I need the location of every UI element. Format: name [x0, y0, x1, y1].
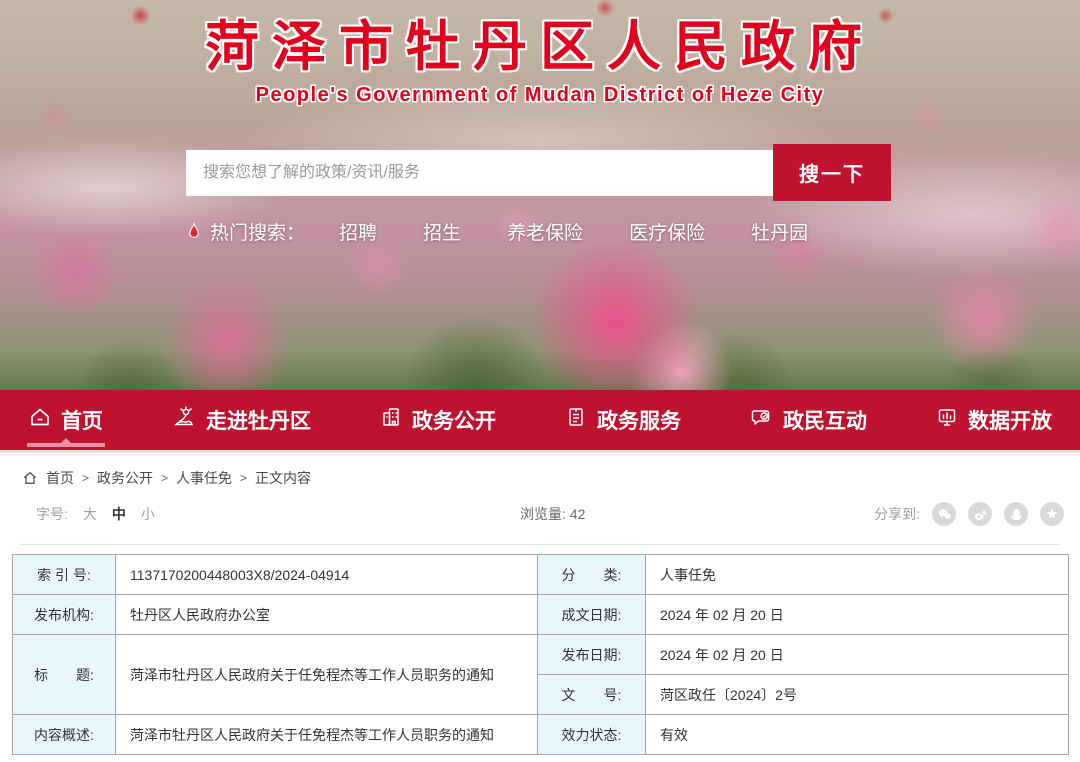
breadcrumb-item-personnel[interactable]: 人事任免: [176, 468, 232, 488]
index-number-label: 索 引 号:: [13, 555, 116, 595]
nav-item-label: 政民互动: [783, 405, 867, 435]
article-toolbar: 字号: 大 中 小 浏览量: 42 分享到:: [0, 502, 1080, 528]
weibo-icon[interactable]: [968, 502, 992, 526]
nav-item-label: 政务公开: [412, 405, 496, 435]
page: 菏泽市牡丹区人民政府 People's Government of Mudan …: [0, 0, 1080, 762]
hot-search-link-medical[interactable]: 医疗保险: [629, 218, 705, 245]
nav-item-about-mudan[interactable]: 走进牡丹区: [171, 390, 311, 450]
font-size-medium[interactable]: 中: [112, 504, 126, 524]
view-count-value: 42: [570, 506, 586, 522]
hot-search-link-peony-park[interactable]: 牡丹园: [751, 218, 808, 245]
government-building-icon: [379, 405, 403, 435]
font-size-small[interactable]: 小: [141, 504, 155, 524]
breadcrumb-item-current: 正文内容: [255, 468, 311, 488]
breadcrumb-separator: >: [82, 471, 89, 485]
breadcrumb-separator: >: [161, 471, 168, 485]
nav-item-public-interaction[interactable]: 政民互动: [749, 390, 867, 450]
title-label: 标 题:: [13, 635, 116, 715]
hot-search-link-recruit[interactable]: 招聘: [339, 218, 377, 245]
table-row: 标 题: 菏泽市牡丹区人民政府关于任免程杰等工作人员职务的通知 发布日期: 20…: [13, 635, 1069, 675]
search-bar: 搜一下: [186, 144, 891, 201]
publish-date-label: 发布日期:: [538, 635, 646, 675]
main-navbar: 首页 走进牡丹区 政务公开 政务服务: [0, 390, 1080, 450]
table-row: 索 引 号: 1137170200448003X8/2024-04914 分 类…: [13, 555, 1069, 595]
share-bar: 分享到:: [874, 502, 1064, 526]
written-date-value: 2024 年 02 月 20 日: [646, 595, 1069, 635]
star-icon[interactable]: [1040, 502, 1064, 526]
content-divider: [20, 544, 1060, 545]
breadcrumb-separator: >: [240, 471, 247, 485]
nav-item-open-data[interactable]: 数据开放: [935, 390, 1052, 450]
validity-status-value: 有效: [646, 715, 1069, 755]
font-size-label: 字号:: [36, 504, 68, 524]
wechat-icon[interactable]: [932, 502, 956, 526]
breadcrumb: 首页 > 政务公开 > 人事任免 > 正文内容: [22, 468, 1080, 488]
issuing-agency-value: 牡丹区人民政府办公室: [116, 595, 538, 635]
breadcrumb-home-icon: [22, 470, 38, 486]
nav-item-label: 数据开放: [968, 405, 1052, 435]
nav-item-label: 政务服务: [597, 405, 681, 435]
font-size-large[interactable]: 大: [83, 504, 97, 524]
view-count: 浏览量: 42: [520, 504, 585, 524]
issuing-agency-label: 发布机构:: [13, 595, 116, 635]
doc-number-label: 文 号:: [538, 675, 646, 715]
nav-item-label: 走进牡丹区: [206, 405, 311, 435]
written-date-label: 成文日期:: [538, 595, 646, 635]
document-icon: [564, 405, 588, 435]
summary-label: 内容概述:: [13, 715, 116, 755]
font-size-control: 字号: 大 中 小: [36, 504, 155, 524]
search-button[interactable]: 搜一下: [773, 144, 891, 201]
summary-value: 菏泽市牡丹区人民政府关于任免程杰等工作人员职务的通知: [116, 715, 538, 755]
validity-status-label: 效力状态:: [538, 715, 646, 755]
title-value: 菏泽市牡丹区人民政府关于任免程杰等工作人员职务的通知: [116, 635, 538, 715]
data-chart-icon: [935, 405, 959, 435]
hot-search-label: 热门搜索：: [210, 218, 305, 245]
doc-number-value: 菏区政任〔2024〕2号: [646, 675, 1069, 715]
category-value: 人事任免: [646, 555, 1069, 595]
index-number-value: 1137170200448003X8/2024-04914: [116, 555, 538, 595]
document-metadata-table: 索 引 号: 1137170200448003X8/2024-04914 分 类…: [12, 554, 1069, 755]
search-input[interactable]: [186, 150, 773, 196]
category-label: 分 类:: [538, 555, 646, 595]
breadcrumb-item-home[interactable]: 首页: [46, 468, 74, 488]
nav-item-gov-disclosure[interactable]: 政务公开: [379, 390, 496, 450]
nav-item-label: 首页: [61, 405, 103, 435]
active-underline: [27, 443, 105, 447]
home-icon: [28, 405, 52, 435]
breadcrumb-item-gov-disclosure[interactable]: 政务公开: [97, 468, 153, 488]
table-row: 发布机构: 牡丹区人民政府办公室 成文日期: 2024 年 02 月 20 日: [13, 595, 1069, 635]
hot-search-link-enroll[interactable]: 招生: [423, 218, 461, 245]
share-label: 分享到:: [874, 504, 920, 524]
qq-icon[interactable]: [1004, 502, 1028, 526]
nav-item-home[interactable]: 首页: [28, 390, 103, 450]
hot-search-row: 热门搜索： 招聘 招生 养老保险 医疗保险 牡丹园: [184, 218, 854, 245]
table-row: 内容概述: 菏泽市牡丹区人民政府关于任免程杰等工作人员职务的通知 效力状态: 有…: [13, 715, 1069, 755]
peony-landmark-icon: [171, 405, 197, 435]
flame-icon: [184, 221, 204, 243]
site-header-banner: 菏泽市牡丹区人民政府 People's Government of Mudan …: [0, 0, 1080, 390]
publish-date-value: 2024 年 02 月 20 日: [646, 635, 1069, 675]
chat-interaction-icon: [749, 405, 774, 435]
site-title: 菏泽市牡丹区人民政府: [0, 2, 1080, 81]
view-count-label: 浏览量:: [520, 506, 566, 522]
nav-item-gov-services[interactable]: 政务服务: [564, 390, 681, 450]
site-subtitle-english: People's Government of Mudan District of…: [0, 84, 1080, 107]
hot-search-link-pension[interactable]: 养老保险: [507, 218, 583, 245]
